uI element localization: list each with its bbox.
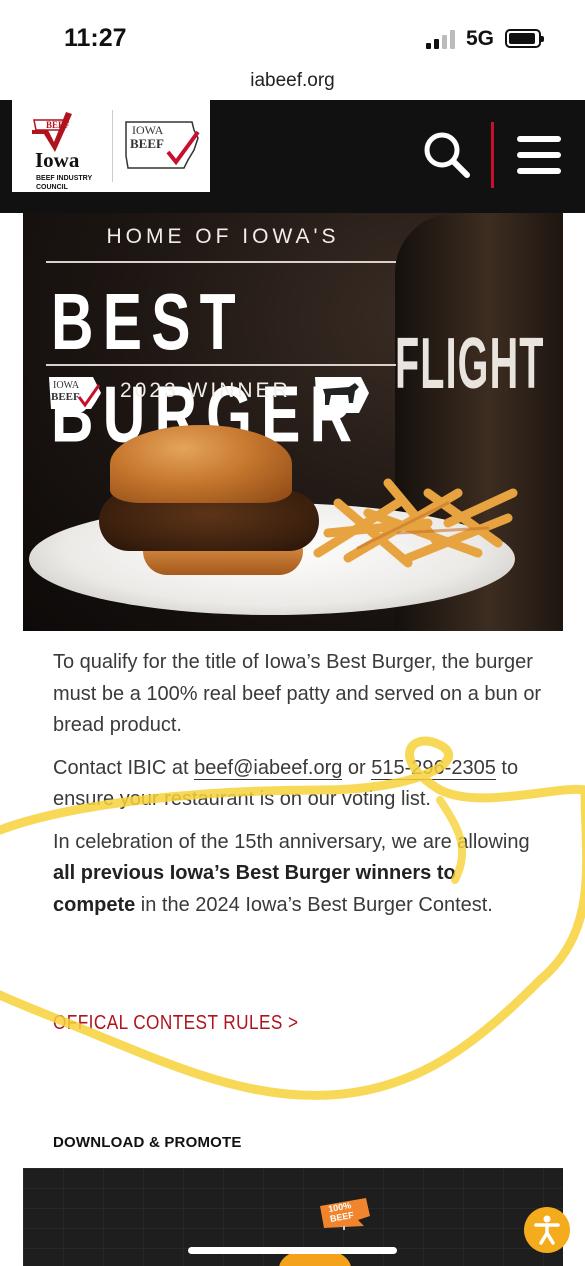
iowa-beef-logo: IOWA BEEF bbox=[122, 116, 202, 176]
iowa-beef-badge: IOWA BEEF bbox=[47, 375, 103, 411]
logo-divider bbox=[112, 110, 113, 182]
network-type: 5G bbox=[466, 27, 495, 50]
cellular-signal-icon bbox=[426, 29, 460, 49]
flag-text: 100% BEEF bbox=[327, 1200, 355, 1224]
contact-paragraph: Contact IBIC at beef@iabeef.org or 515-2… bbox=[53, 756, 519, 810]
iowa-beef-logo-line2: BEEF bbox=[130, 136, 164, 151]
hamburger-menu-icon[interactable] bbox=[517, 136, 563, 176]
iowa-beef-council-logo: BEEF Iowa BEEF INDUSTRY COUNCIL bbox=[22, 108, 112, 191]
badge-line2: BEEF bbox=[51, 391, 80, 403]
hero-rule-bottom bbox=[46, 364, 396, 366]
status-bar: 11:27 5G bbox=[0, 0, 585, 70]
official-rules-link[interactable]: OFFICAL CONTEST RULES > bbox=[53, 1012, 298, 1035]
phone-link[interactable]: 515-296-2305 bbox=[371, 756, 496, 780]
cow-state-badge-icon bbox=[313, 375, 371, 415]
clock: 11:27 bbox=[64, 24, 127, 52]
header-divider bbox=[491, 122, 494, 188]
hero-banner: FLIGHT HOME OF IOWA'S BEST BURGER IOWA B… bbox=[23, 213, 563, 631]
home-indicator[interactable] bbox=[188, 1247, 397, 1254]
hero-winner-text: 2023 WINNER bbox=[120, 379, 291, 402]
email-link[interactable]: beef@iabeef.org bbox=[194, 756, 343, 780]
contest-description: To qualify for the title of Iowa’s Best … bbox=[53, 647, 543, 932]
hero-kicker: HOME OF IOWA'S bbox=[106, 225, 340, 248]
address-bar-url[interactable]: iabeef.org bbox=[0, 70, 585, 92]
beef-mark-text: BEEF bbox=[46, 120, 70, 130]
bottle-label-text: FLIGHT bbox=[395, 324, 545, 404]
iowa-beef-logo-line1: IOWA bbox=[132, 123, 164, 137]
battery-icon bbox=[505, 29, 544, 48]
badge-line1: IOWA bbox=[53, 380, 80, 391]
hero-rule-top bbox=[46, 261, 396, 263]
site-logo[interactable]: BEEF Iowa BEEF INDUSTRY COUNCIL IOWA BEE… bbox=[12, 100, 210, 192]
logo-council-text: BEEF INDUSTRY COUNCIL bbox=[36, 175, 93, 191]
qualification-paragraph: To qualify for the title of Iowa’s Best … bbox=[53, 651, 542, 736]
site-header: BEEF Iowa BEEF INDUSTRY COUNCIL IOWA BEE… bbox=[0, 100, 585, 213]
download-promote-heading: DOWNLOAD & PROMOTE bbox=[53, 1134, 242, 1151]
burger-top-bun bbox=[110, 425, 292, 503]
logo-iowa-text: Iowa bbox=[35, 148, 80, 172]
anniversary-paragraph: In celebration of the 15th anniversary, … bbox=[53, 830, 530, 916]
search-icon[interactable] bbox=[422, 130, 472, 180]
accessibility-icon[interactable] bbox=[524, 1207, 570, 1253]
french-fries bbox=[308, 463, 518, 573]
